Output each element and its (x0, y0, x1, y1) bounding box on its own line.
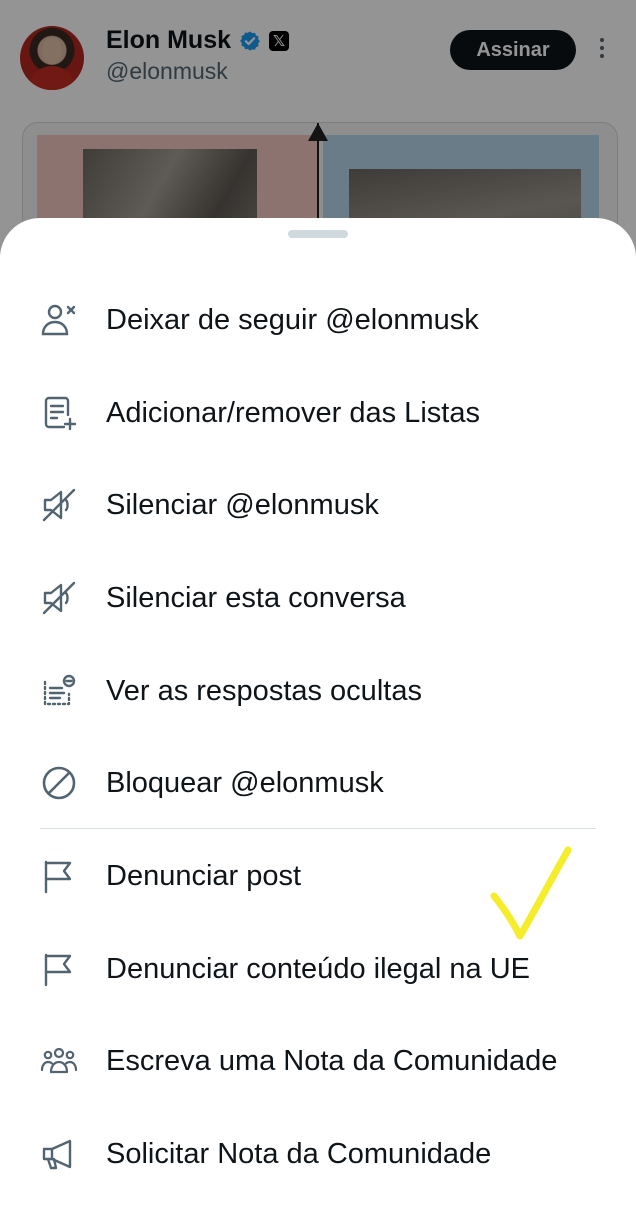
hidden-replies-icon (40, 672, 78, 710)
menu-item-label: Bloquear @elonmusk (106, 766, 384, 799)
community-icon (40, 1042, 78, 1080)
menu-item-label: Adicionar/remover das Listas (106, 396, 480, 429)
menu-item-label: Ver as respostas ocultas (106, 674, 422, 707)
menu-item-mute-conversation[interactable]: Silenciar esta conversa (0, 552, 636, 644)
list-add-icon (40, 394, 78, 432)
menu-item-hidden-replies[interactable]: Ver as respostas ocultas (0, 645, 636, 737)
mute-conversation-icon (40, 579, 78, 617)
menu-item-label: Denunciar post (106, 859, 302, 892)
handdrawn-checkmark-annotation (490, 846, 572, 940)
menu-item-label: Denunciar conteúdo ilegal na UE (106, 952, 530, 985)
menu-divider (40, 828, 596, 829)
mute-icon (40, 486, 78, 524)
unfollow-icon (40, 301, 78, 339)
flag-icon (40, 950, 78, 988)
drag-handle[interactable] (288, 230, 348, 238)
menu-item-label: Escreva uma Nota da Comunidade (106, 1044, 558, 1077)
menu-item-block[interactable]: Bloquear @elonmusk (0, 737, 636, 829)
menu-item-unfollow[interactable]: Deixar de seguir @elonmusk (0, 274, 636, 366)
flag-icon (40, 857, 78, 895)
menu-item-lists[interactable]: Adicionar/remover das Listas (0, 367, 636, 459)
options-bottom-sheet: Deixar de seguir @elonmusk Adicionar/rem… (0, 218, 636, 1218)
megaphone-icon (40, 1135, 78, 1173)
menu-item-label: Solicitar Nota da Comunidade (106, 1137, 492, 1170)
menu-item-label: Deixar de seguir @elonmusk (106, 303, 479, 336)
menu-item-label: Silenciar esta conversa (106, 581, 406, 614)
block-icon (40, 764, 78, 802)
menu-item-mute-user[interactable]: Silenciar @elonmusk (0, 459, 636, 551)
menu-item-write-community-note[interactable]: Escreva uma Nota da Comunidade (0, 1015, 636, 1107)
menu-item-request-community-note[interactable]: Solicitar Nota da Comunidade (0, 1108, 636, 1200)
menu-item-label: Silenciar @elonmusk (106, 488, 379, 521)
